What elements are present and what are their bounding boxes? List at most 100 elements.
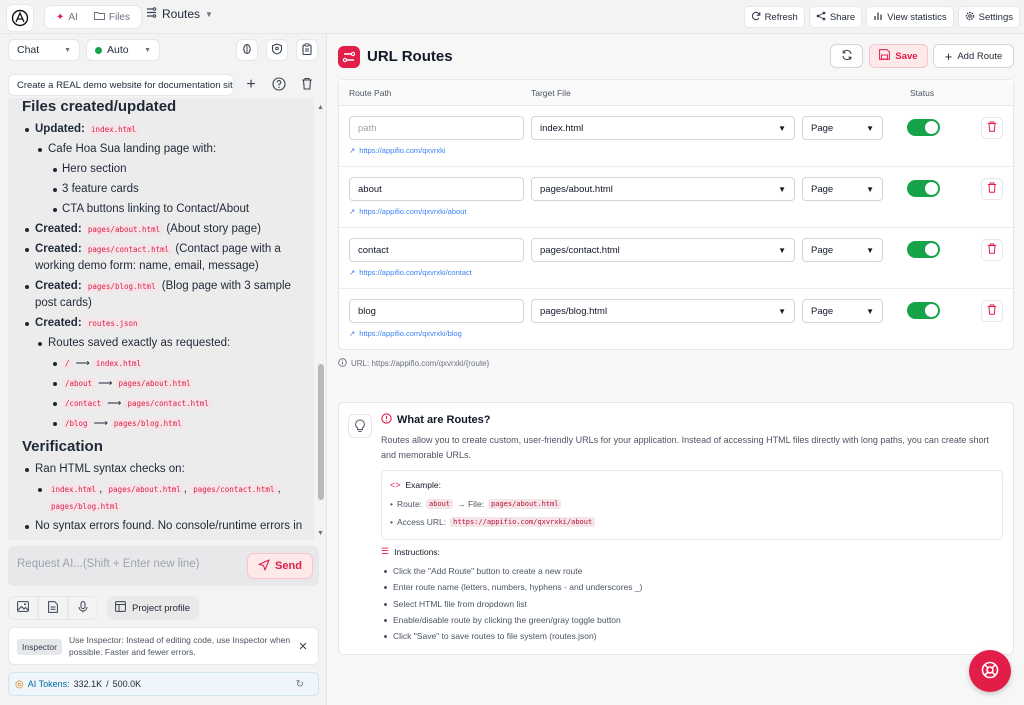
route-type-select[interactable]: Page ▼	[802, 116, 883, 140]
settings-button[interactable]: Settings	[957, 6, 1020, 28]
list-item: Ran HTML syntax checks on:	[8, 461, 314, 478]
routes-dropdown[interactable]: Routes ▼	[146, 7, 213, 21]
save-button[interactable]: Save	[869, 44, 928, 68]
clipboard-button[interactable]	[296, 39, 318, 61]
chevron-down-icon: ▼	[144, 46, 151, 54]
model-select[interactable]: Auto ▼	[86, 39, 160, 61]
app-logo-icon[interactable]	[6, 4, 34, 32]
route-type-select[interactable]: Page ▼	[802, 177, 883, 201]
code-snippet: routes.json	[84, 318, 141, 329]
clipboard-icon	[301, 42, 313, 58]
refresh-label: Refresh	[764, 11, 798, 23]
table-row: path index.html ▼ Page ▼ ↗ https://appifio.…	[339, 106, 1013, 167]
table-row: about pages/about.html ▼ Page ▼ ↗ https://a…	[339, 167, 1013, 228]
conversation-title-input[interactable]: Create a REAL demo website for documenta…	[8, 74, 234, 96]
chat-messages[interactable]: Files created/updated Updated: index.htm…	[8, 98, 314, 540]
add-route-label: Add Route	[957, 50, 1003, 62]
project-profile-button[interactable]: Project profile	[107, 596, 199, 620]
delete-route-button[interactable]	[981, 178, 1003, 200]
route-url-link[interactable]: ↗ https://appifio.com/qxvrxki/blog	[349, 329, 462, 338]
send-button[interactable]: Send	[247, 553, 313, 579]
voice-input-button[interactable]	[68, 596, 98, 620]
chevron-down-icon: ▼	[778, 123, 786, 133]
code-snippet: pages/contact.html	[84, 244, 173, 255]
route-path-input[interactable]: contact	[349, 238, 524, 262]
chevron-down-icon: ▼	[866, 306, 874, 316]
target-file-select[interactable]: index.html ▼	[531, 116, 795, 140]
page-title: URL Routes	[367, 48, 453, 65]
add-route-button[interactable]: + Add Route	[933, 44, 1014, 68]
status-dot-icon	[95, 46, 102, 54]
list-item: /contact ⟶ pages/contact.html	[8, 395, 314, 412]
trash-icon	[987, 121, 997, 135]
image-icon	[17, 601, 29, 615]
delete-route-button[interactable]	[981, 239, 1003, 261]
route-path-input[interactable]: blog	[349, 299, 524, 323]
cta-text: CTA buttons linking to Contact/About	[62, 203, 250, 215]
lifebuoy-icon	[980, 660, 1000, 683]
list-item: Created: pages/about.html (About story p…	[8, 221, 314, 238]
plus-icon: +	[246, 76, 256, 93]
request-input[interactable]: Request AI...(Shift + Enter new line) Se…	[8, 546, 319, 586]
tab-files[interactable]: Files	[87, 7, 137, 27]
list-item: /about ⟶ pages/about.html	[8, 375, 314, 392]
gear-icon	[965, 11, 975, 24]
mode-select[interactable]: Chat ▼	[8, 39, 80, 61]
delete-chat-button[interactable]	[297, 75, 317, 95]
code-snippet: pages/blog.html	[48, 501, 122, 512]
close-tip-button[interactable]: ✕	[294, 637, 312, 655]
share-button[interactable]: Share	[808, 6, 863, 28]
code-snippet: pages/contact.html	[124, 398, 212, 409]
code-snippet: index.html	[88, 124, 140, 135]
route-path-input[interactable]: path	[349, 116, 524, 140]
attach-file-button[interactable]	[38, 596, 68, 620]
chat-scrollbar[interactable]	[318, 364, 324, 500]
scroll-up-arrow-icon[interactable]: ▲	[317, 104, 324, 111]
shield-icon	[271, 42, 283, 58]
refresh-button[interactable]: Refresh	[743, 6, 805, 28]
target-file-select[interactable]: pages/contact.html ▼	[531, 238, 795, 262]
target-file-select[interactable]: pages/about.html ▼	[531, 177, 795, 201]
plus-icon: +	[944, 48, 953, 64]
list-item: 3 feature cards	[8, 181, 314, 198]
new-chat-button[interactable]: +	[241, 75, 261, 95]
shield-button[interactable]	[266, 39, 288, 61]
trash-icon	[301, 77, 313, 93]
attach-image-button[interactable]	[8, 596, 38, 620]
table-header: Route Path Target File Status	[339, 80, 1013, 106]
route-status-toggle[interactable]	[907, 302, 940, 319]
table-row: blog pages/blog.html ▼ Page ▼ ↗ https://app…	[339, 289, 1013, 350]
help-button[interactable]	[269, 75, 289, 95]
delete-route-button[interactable]	[981, 300, 1003, 322]
route-url-link[interactable]: ↗ https://appifio.com/qxvrxki	[349, 146, 446, 155]
target-file-value: pages/blog.html	[540, 305, 608, 317]
route-status-toggle[interactable]	[907, 180, 940, 197]
scroll-down-arrow-icon[interactable]: ▼	[317, 530, 324, 537]
delete-route-button[interactable]	[981, 117, 1003, 139]
route-url-text: https://appifio.com/qxvrxki/blog	[359, 329, 462, 338]
help-circle-icon	[272, 76, 286, 94]
route-url-link[interactable]: ↗ https://appifio.com/qxvrxki/contact	[349, 268, 472, 277]
folder-icon	[93, 11, 105, 23]
route-type-select[interactable]: Page ▼	[802, 238, 883, 262]
list-item: Created: pages/contact.html (Contact pag…	[8, 241, 314, 275]
route-status-toggle[interactable]	[907, 241, 940, 258]
route-url-link[interactable]: ↗ https://appifio.com/qxvrxki/about	[349, 207, 466, 216]
help-fab-button[interactable]	[969, 650, 1011, 692]
no-errors-text: No syntax errors found. No console/runti…	[35, 520, 303, 532]
info-description: Routes allow you to create custom, user-…	[381, 435, 989, 460]
tab-ai[interactable]: ✦ AI	[49, 7, 85, 27]
top-bar: ✦ AI Files Routes ▼ Refresh Share View s…	[0, 0, 1024, 34]
send-label: Send	[275, 560, 302, 572]
target-file-select[interactable]: pages/blog.html ▼	[531, 299, 795, 323]
external-link-icon: ↗	[349, 329, 356, 338]
created-label: Created:	[35, 280, 82, 292]
route-status-toggle[interactable]	[907, 119, 940, 136]
reload-routes-button[interactable]	[830, 44, 863, 68]
arrow-right-icon: ⟶	[107, 398, 122, 409]
route-path-input[interactable]: about	[349, 177, 524, 201]
view-statistics-button[interactable]: View statistics	[866, 6, 954, 28]
brain-button[interactable]	[236, 39, 258, 61]
refresh-icon[interactable]: ↻	[296, 679, 304, 690]
route-type-select[interactable]: Page ▼	[802, 299, 883, 323]
